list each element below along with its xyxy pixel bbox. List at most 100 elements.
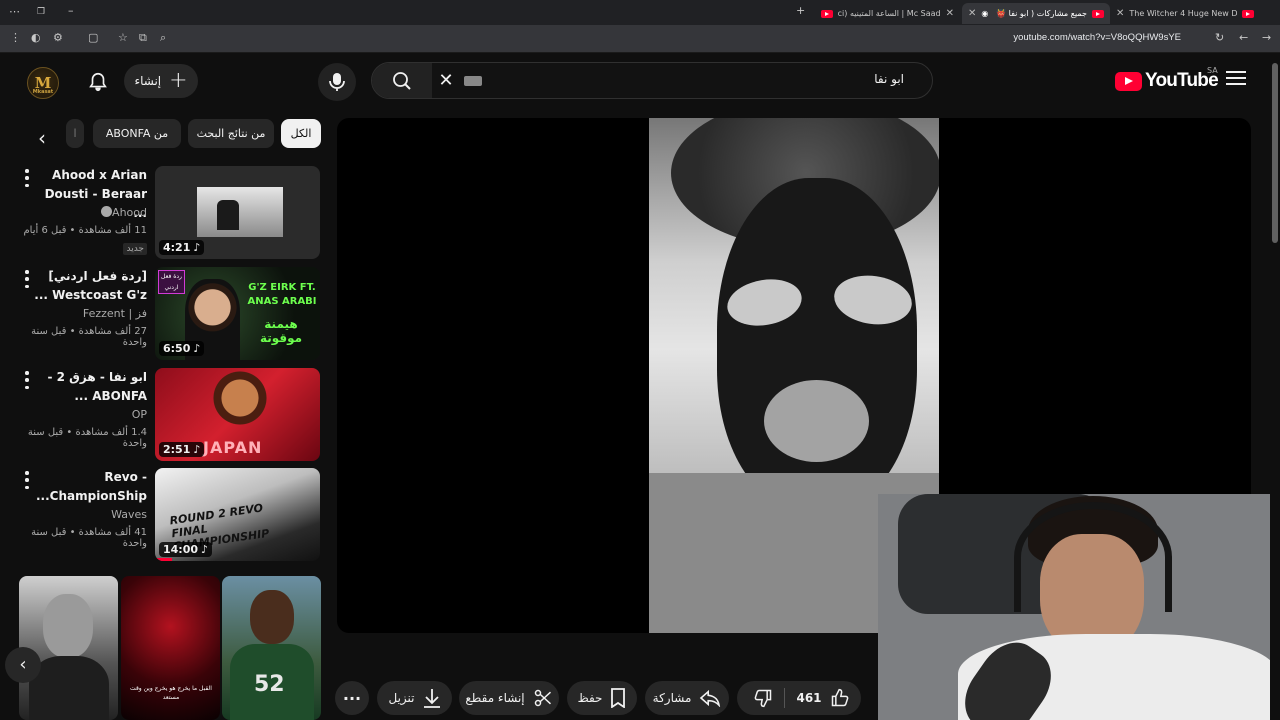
notifications-bell-icon[interactable] — [82, 66, 114, 98]
thumb-text-2: هيمنة موقوتة — [259, 317, 303, 345]
close-tab-icon[interactable]: ✕ — [968, 8, 976, 19]
tab-mc-saad[interactable]: Mc Saad | الساعة المتينيه (Offici ✕ — [815, 3, 960, 24]
thumb-text: JAPAN — [203, 438, 263, 457]
channel-name[interactable]: Ahood — [27, 206, 147, 219]
browser-tab-strip: ⋯ ❐ – + Mc Saad | الساعة المتينيه (Offic… — [0, 0, 1280, 25]
duration-badge: 6:50 ♪ — [159, 341, 205, 356]
chip-edge[interactable]: ا — [66, 119, 84, 148]
reload-icon[interactable]: ↻ — [1215, 31, 1224, 45]
close-tab-icon[interactable]: ✕ — [1116, 8, 1124, 19]
channel-name[interactable]: Waves — [27, 508, 147, 521]
dislike-button[interactable] — [745, 681, 781, 715]
search-button[interactable] — [372, 63, 432, 98]
video-thumbnail[interactable]: 4:21 ♪ — [155, 166, 320, 259]
video-title[interactable]: Revo - ChampionShip... — [27, 468, 147, 506]
bookmark-star-icon[interactable]: ☆ — [118, 31, 128, 45]
video-title[interactable]: ابو نفا - هزق 2 - ABONFA ... — [27, 368, 147, 406]
country-code: SA — [1207, 66, 1218, 75]
list-item[interactable]: JAPAN 2:51 ♪ ابو نفا - هزق 2 - ABONFA ...… — [0, 368, 330, 463]
audio-icon[interactable]: ◉ — [981, 9, 988, 18]
chip-all[interactable]: الكل — [281, 119, 321, 148]
back-icon[interactable]: → — [1262, 31, 1271, 45]
share-page-icon[interactable]: ⧉ — [139, 31, 147, 45]
video-meta: 1.4 ألف مشاهدة • قبل سنة واحدة — [27, 427, 147, 449]
menu-dots-icon[interactable]: ⋮ — [10, 31, 21, 45]
clear-search-icon[interactable]: ✕ — [436, 71, 456, 91]
sidebar-icon[interactable]: ▢ — [88, 31, 98, 45]
music-note-icon: ♪ — [193, 342, 201, 355]
share-button[interactable]: مشاركة — [645, 681, 729, 715]
youtube-favicon-icon — [1242, 9, 1254, 18]
shorts-prev-chevron-icon[interactable]: ‹ — [5, 647, 41, 683]
tab-abonfa[interactable]: ✕ ◉ جميع مشاركات ( ابو نفا 👹 ) — [962, 3, 1110, 24]
download-icon — [423, 689, 440, 708]
thumbs-up-icon — [831, 688, 848, 707]
tab-title: The Witcher 4 Huge New Detai — [1129, 9, 1237, 18]
share-label: مشاركة — [652, 691, 692, 705]
youtube-favicon-icon — [1092, 9, 1104, 18]
video-thumbnail[interactable]: ردة فعل اردني G'Z EIRK FT. ANAS ARABI هي… — [155, 267, 320, 360]
search-icon — [393, 71, 411, 90]
headphones — [1014, 502, 1172, 612]
duration-badge: 2:51 ♪ — [159, 442, 205, 457]
page-scrollbar[interactable] — [1270, 55, 1280, 720]
scissors-icon — [534, 689, 551, 707]
tab-witcher[interactable]: ✕ The Witcher 4 Huge New Detai — [1110, 3, 1260, 24]
thumb-text: G'Z EIRK FT. ANAS ARABI — [247, 282, 317, 307]
account-avatar[interactable]: M Mkasat — [27, 67, 59, 99]
url-text[interactable]: youtube.com/watch?v=V8oQQHW9sYE — [1013, 32, 1181, 43]
like-button[interactable]: 461 — [785, 681, 861, 715]
video-thumbnail[interactable]: JAPAN 2:51 ♪ — [155, 368, 320, 461]
new-tab-button[interactable]: + — [796, 4, 805, 18]
youtube-logo[interactable]: YouTube SA — [1115, 66, 1219, 92]
channel-name[interactable]: فز | Fezzent — [27, 307, 147, 320]
short-thumbnail[interactable]: القبل ما يخرج هو يخرج وين وقت مستعد — [121, 576, 220, 720]
search-input[interactable]: ابو نفا — [874, 72, 904, 86]
thumb-character — [205, 368, 275, 443]
like-dislike-group: 461 — [737, 681, 861, 715]
zoom-icon[interactable]: ⌕ — [160, 31, 166, 45]
list-item[interactable]: ROUND 2 REVO FINAL CHAMPIONSHIP 14:00 ♪ R… — [0, 468, 330, 563]
duration-badge: 14:00 ♪ — [159, 542, 213, 557]
download-label: تنزيل — [388, 691, 415, 705]
scrollbar-thumb[interactable] — [1272, 63, 1278, 243]
extension-icon[interactable]: ⚙ — [53, 31, 63, 45]
minimize-icon[interactable]: – — [68, 4, 74, 18]
avatar-sub: Mkasat — [32, 89, 54, 95]
create-button[interactable]: إنشاء + — [124, 64, 198, 98]
duration-badge: 4:21 ♪ — [159, 240, 205, 255]
download-button[interactable]: تنزيل — [377, 681, 452, 715]
save-button[interactable]: حفظ — [567, 681, 637, 715]
new-badge: جديد — [123, 243, 147, 255]
close-tab-icon[interactable]: ✕ — [946, 8, 954, 19]
video-thumbnail[interactable]: ROUND 2 REVO FINAL CHAMPIONSHIP 14:00 ♪ — [155, 468, 320, 561]
more-horizontal-icon: ... — [342, 684, 362, 704]
more-icon[interactable]: ⋯ — [9, 5, 20, 19]
clip-button[interactable]: إنشاء مقطع — [459, 681, 559, 715]
chip-from-results[interactable]: من نتائج البحث — [188, 119, 274, 148]
voice-search-mic-icon[interactable] — [318, 63, 356, 101]
forward-icon[interactable]: ← — [1239, 31, 1248, 45]
chips-prev-chevron-icon[interactable]: ‹ — [26, 122, 58, 154]
channel-name[interactable]: OP — [27, 408, 147, 421]
clip-label: إنشاء مقطع — [465, 691, 525, 705]
short-thumbnail[interactable]: 52 — [222, 576, 321, 720]
short-thumbnail[interactable] — [19, 576, 118, 720]
thumb-figure — [217, 200, 239, 230]
verified-icon — [101, 206, 113, 217]
video-meta: 11 ألف مشاهدة • قبل 6 أيام — [23, 225, 147, 236]
address-bar: ⋮ ◐ ⚙ ▢ ☆ ⧉ ⌕ youtube.com/watch?v=V8oQQH… — [0, 25, 1280, 53]
profile-icon[interactable]: ◐ — [31, 31, 41, 45]
youtube-play-icon — [1115, 71, 1142, 91]
keyboard-icon[interactable] — [464, 76, 482, 86]
dislike-divider — [784, 688, 785, 708]
more-actions-button[interactable]: ... — [335, 681, 369, 715]
list-item[interactable]: 4:21 ♪ Ahood x Arian Dousti - Beraar ... … — [0, 166, 330, 261]
chip-from-channel[interactable]: من ABONFA — [93, 119, 181, 148]
list-item[interactable]: ردة فعل اردني G'Z EIRK FT. ANAS ARABI هي… — [0, 267, 330, 362]
restore-icon[interactable]: ❐ — [37, 5, 45, 19]
video-title[interactable]: [ردة فعل اردني] Westcoast G'z ... — [27, 267, 147, 305]
hamburger-menu-icon[interactable] — [1226, 71, 1246, 89]
short-body — [29, 656, 109, 720]
short-caption: القبل ما يخرج هو يخرج وين وقت مستعد — [130, 685, 212, 701]
